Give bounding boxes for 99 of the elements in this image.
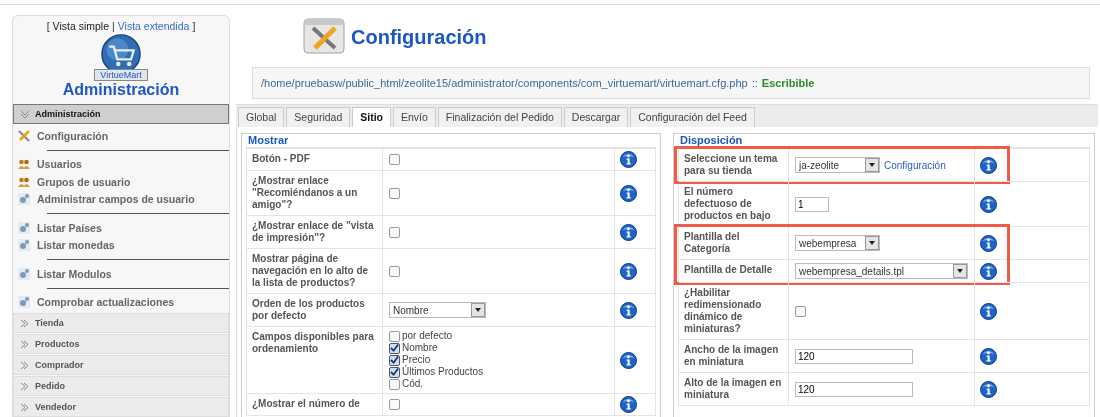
file-path: /home/pruebasw/public_html/zeolite15/administrator/components/com_virtuemart/virtuemart.cfg.php <box>261 77 748 89</box>
fieldset-legend: Disposición <box>678 134 745 146</box>
checkbox[interactable] <box>389 154 400 165</box>
wrench-icon <box>17 128 31 143</box>
option-label[interactable]: Últimos Productos <box>402 366 484 378</box>
info-icon[interactable] <box>980 262 997 280</box>
bracket-text: [ <box>46 20 50 32</box>
setting-label: Botón - PDF <box>247 149 383 170</box>
setting-label: ¿Habilitar redimensionado dinámico de miniaturas? <box>679 283 789 339</box>
separator-text: | <box>112 20 115 32</box>
gear-icon <box>17 220 31 235</box>
tab[interactable]: Descargar <box>563 107 629 127</box>
checkbox[interactable] <box>389 187 400 199</box>
menu-item[interactable]: Listar monedas <box>13 236 229 254</box>
info-icon[interactable] <box>980 380 997 398</box>
checkbox[interactable] <box>389 354 400 366</box>
gear-icon <box>17 266 31 281</box>
chevron-right-icon <box>20 318 30 328</box>
menu-section[interactable]: Vendedor <box>13 397 229 417</box>
view-link[interactable]: Vista simple <box>52 20 110 32</box>
info-icon[interactable] <box>620 262 637 280</box>
menu-item[interactable]: Grupos de usuario <box>13 173 229 191</box>
sidebar-title: Administración <box>61 81 181 99</box>
tab[interactable]: Global <box>238 107 285 127</box>
checkbox[interactable] <box>389 226 400 238</box>
setting-label: ¿Mostrar enlace "Recomiéndanos a un amigo"? <box>247 171 383 215</box>
view-link[interactable]: Vista extendida <box>117 20 190 32</box>
option-label[interactable]: por defecto <box>402 330 453 342</box>
info-icon[interactable] <box>980 302 997 320</box>
path-separator: :: <box>751 77 758 89</box>
setting-label: El número defectuoso de productos en bajo <box>679 182 789 226</box>
fieldset-legend: Mostrar <box>246 134 291 146</box>
users-icon <box>17 157 31 172</box>
menu-section[interactable]: Tienda <box>13 313 229 333</box>
dropdown[interactable]: ja-zeolite <box>795 157 880 173</box>
input-field[interactable]: 120 <box>795 381 913 397</box>
logo-ribbon: VirtueMart <box>94 69 148 81</box>
configuration-link[interactable]: Configuración <box>884 159 946 171</box>
tab[interactable]: Configuración del Feed <box>630 107 755 127</box>
info-icon[interactable] <box>620 396 637 413</box>
input-field[interactable]: 1 <box>795 196 829 212</box>
dropdown[interactable]: Nombre <box>389 302 486 318</box>
chevron-right-icon <box>20 402 30 412</box>
setting-label: Mostrar página de navegación en lo alto de la lista de productos? <box>247 249 383 293</box>
menu-item[interactable]: Listar Modulos <box>13 265 229 283</box>
checkbox[interactable] <box>389 399 400 410</box>
menu-section[interactable]: Pedido <box>13 376 229 396</box>
menu-item[interactable]: Configuración <box>13 127 229 145</box>
checkbox[interactable] <box>389 330 400 342</box>
menu-section[interactable]: Administración <box>13 104 229 124</box>
setting-label: ¿Mostrar enlace de "vista de impresión"? <box>247 216 383 248</box>
checkbox[interactable] <box>389 265 400 277</box>
input-field[interactable]: 120 <box>795 348 913 364</box>
dropdown[interactable]: webempresa <box>795 235 880 251</box>
checkbox[interactable] <box>389 378 400 390</box>
menu-item[interactable]: Comprobar actualizaciones <box>13 293 229 311</box>
page-title: Configuración <box>351 26 487 49</box>
option-label[interactable]: Cód. <box>402 378 424 390</box>
setting-label: Orden de los productos por defecto <box>247 294 383 326</box>
info-icon[interactable] <box>620 151 637 168</box>
gear-icon <box>17 295 31 310</box>
setting-label: Alto de la imagen en miniatura <box>679 373 789 405</box>
chevron-down-icon <box>20 109 30 119</box>
gear-icon <box>17 192 31 207</box>
checkbox[interactable] <box>389 366 400 378</box>
info-icon[interactable] <box>980 195 997 213</box>
tab[interactable]: Envío <box>393 107 436 127</box>
option-label[interactable]: Precio <box>402 354 431 366</box>
menu-section[interactable]: Comprador <box>13 355 229 375</box>
dropdown[interactable]: webempresa_details.tpl <box>795 263 968 279</box>
info-icon[interactable] <box>980 156 997 174</box>
tab[interactable]: Finalización del Pedido <box>437 107 562 127</box>
chevron-right-icon <box>20 360 30 370</box>
chevron-right-icon <box>20 339 30 349</box>
info-icon[interactable] <box>620 301 637 319</box>
setting-label: Plantilla del Categoría <box>679 227 789 259</box>
setting-label: ¿Mostrar el número de <box>247 394 383 415</box>
info-icon[interactable] <box>620 184 637 202</box>
menu-item[interactable]: Usuarios <box>13 155 229 173</box>
setting-label: Ancho de la imagen en miniatura <box>679 340 789 372</box>
gear-icon <box>17 238 31 253</box>
setting-label: Seleccione un tema para su tienda <box>679 149 789 181</box>
writable-status: Escribible <box>761 77 815 89</box>
chevron-right-icon <box>20 381 30 391</box>
info-icon[interactable] <box>620 223 637 241</box>
info-icon[interactable] <box>980 234 997 252</box>
bracket-text: ] <box>192 20 196 32</box>
tab[interactable]: Seguridad <box>286 107 351 127</box>
menu-item[interactable]: Listar Países <box>13 219 229 237</box>
menu-section[interactable]: Productos <box>13 334 229 354</box>
info-icon[interactable] <box>980 347 997 365</box>
menu-item[interactable]: Administrar campos de usuario <box>13 190 229 208</box>
checkbox[interactable] <box>795 305 806 317</box>
option-label[interactable]: Nombre <box>402 342 438 354</box>
checkbox[interactable] <box>389 342 400 354</box>
setting-label: Plantilla de Detalle <box>679 260 789 282</box>
setting-label: Campos disponibles para ordenamiento <box>247 327 383 393</box>
info-icon[interactable] <box>620 351 637 369</box>
tab[interactable]: Sitio <box>352 107 391 127</box>
